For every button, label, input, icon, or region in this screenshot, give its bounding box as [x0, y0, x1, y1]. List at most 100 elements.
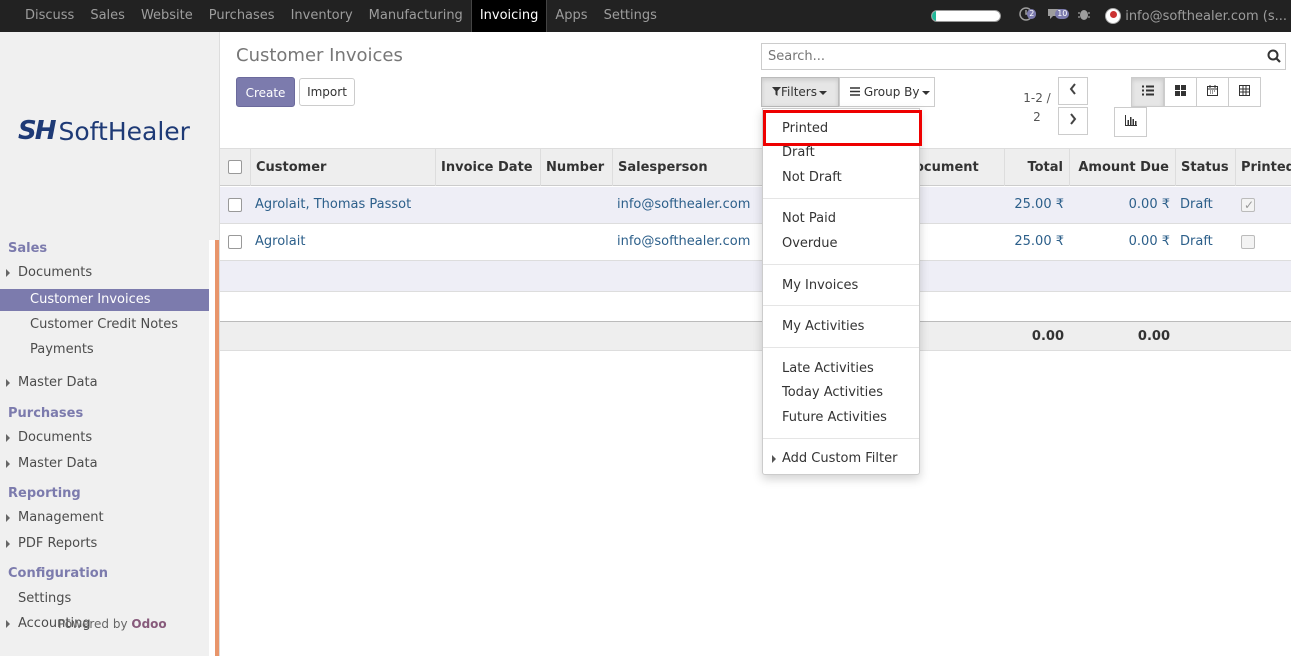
cell-customer: Agrolait, Thomas Passot [255, 197, 412, 212]
menu-item-purchases-master-data[interactable]: Master Data [6, 456, 98, 471]
row-select-checkbox[interactable] [228, 198, 242, 212]
table-row[interactable]: Agrolait, Thomas Passot info@softhealer.… [220, 187, 1291, 224]
softhealer-logo: SH SoftHealer [18, 116, 190, 146]
group-by-button[interactable]: Group By [839, 77, 935, 107]
nav-app-purchases[interactable]: Purchases [201, 0, 283, 32]
bar-chart-icon [1124, 115, 1137, 126]
nav-app-apps[interactable]: Apps [547, 0, 595, 32]
menu-item-label: Customer Invoices [30, 292, 151, 307]
filters-button[interactable]: Filters [761, 77, 839, 107]
nav-app-website[interactable]: Website [133, 0, 201, 32]
column-header-total[interactable]: Total [1004, 149, 1069, 186]
filter-not-draft[interactable]: Not Draft [782, 170, 842, 185]
filter-not-paid[interactable]: Not Paid [782, 211, 836, 226]
column-header-customer[interactable]: Customer [250, 149, 435, 186]
caret-right-icon [6, 434, 10, 442]
messages-icon[interactable]: 10 [1047, 7, 1070, 25]
column-header-number[interactable]: Number [540, 149, 612, 186]
pager-previous-button[interactable] [1058, 77, 1088, 105]
filter-my-activities[interactable]: My Activities [782, 319, 864, 334]
menu-item-management[interactable]: Management [6, 510, 104, 525]
onboarding-progress-bar[interactable] [931, 10, 1002, 22]
column-header-invoice-date[interactable]: Invoice Date [435, 149, 540, 186]
filter-draft[interactable]: Draft [782, 145, 815, 160]
menu-section-sales: Sales [8, 241, 48, 256]
messages-badge: 10 [1055, 9, 1070, 19]
create-button[interactable]: Create [236, 77, 295, 107]
cell-status: Draft [1180, 197, 1213, 212]
menu-item-purchases-documents[interactable]: Documents [6, 430, 93, 445]
filter-my-invoices[interactable]: My Invoices [782, 278, 858, 293]
menu-item-label: PDF Reports [18, 536, 98, 551]
checkmark-icon: ✓ [1244, 198, 1255, 212]
page-title: Customer Invoices [236, 45, 403, 66]
column-header-printed[interactable]: Printed [1235, 149, 1291, 186]
menu-item-customer-credit-notes[interactable]: Customer Credit Notes [30, 317, 178, 332]
odoo-link[interactable]: Odoo [131, 617, 166, 631]
select-all-checkbox[interactable] [228, 160, 242, 174]
filter-future-activities[interactable]: Future Activities [782, 410, 887, 425]
menu-item-sales-master-data[interactable]: Master Data [6, 375, 98, 390]
caret-right-icon [6, 269, 10, 277]
menu-item-label: Documents [18, 430, 93, 445]
search-input[interactable] [762, 44, 1242, 69]
logo-mark: SH [18, 116, 56, 146]
table-row[interactable]: Agrolait info@softhealer.com 25.00 ₹ 0.0… [220, 224, 1291, 261]
nav-app-sales[interactable]: Sales [82, 0, 133, 32]
row-select-checkbox[interactable] [228, 235, 242, 249]
top-navbar: Discuss Sales Website Purchases Inventor… [0, 0, 1291, 32]
menu-item-payments[interactable]: Payments [30, 342, 94, 357]
add-custom-filter[interactable]: Add Custom Filter [782, 451, 897, 466]
filter-late-activities[interactable]: Late Activities [782, 361, 874, 376]
powered-by-footer: Powered by Odoo [58, 617, 167, 631]
activity-clock-icon[interactable]: 2 [1019, 7, 1037, 25]
logo-text: SoftHealer [58, 116, 190, 146]
list-view-button[interactable] [1131, 77, 1164, 107]
printed-checkbox [1241, 235, 1255, 249]
user-menu-label[interactable]: info@softhealer.com (s... [1125, 9, 1291, 24]
caret-right-icon [6, 460, 10, 468]
import-button[interactable]: Import [299, 78, 355, 106]
nav-app-settings[interactable]: Settings [596, 0, 665, 32]
calendar-icon [1207, 85, 1218, 96]
nav-app-invoicing[interactable]: Invoicing [470, 0, 548, 32]
sidebar-scrollbar[interactable] [215, 240, 219, 656]
pivot-view-button[interactable] [1228, 77, 1261, 107]
navbar-systray: 2 10 info@softhealer.com (s... [931, 0, 1291, 32]
nav-app-inventory[interactable]: Inventory [283, 0, 361, 32]
menu-item-sales-documents[interactable]: Documents [6, 265, 92, 280]
table-footer-totals: 0.00 0.00 [220, 321, 1291, 351]
empty-table-row [220, 261, 1291, 292]
menu-item-customer-invoices[interactable]: Customer Invoices [0, 289, 209, 311]
filter-today-activities[interactable]: Today Activities [782, 385, 883, 400]
filter-funnel-icon [772, 87, 781, 96]
search-icon[interactable] [1267, 49, 1281, 63]
kanban-view-button[interactable] [1164, 77, 1197, 107]
app-sidebar: SH SoftHealer Sales Documents Customer I… [0, 32, 220, 656]
caret-right-icon [772, 455, 776, 463]
pager-next-button[interactable] [1058, 107, 1088, 135]
menu-section-purchases: Purchases [8, 406, 84, 421]
graph-view-button[interactable] [1114, 107, 1147, 137]
column-header-salesperson[interactable]: Salesperson [612, 149, 762, 186]
user-avatar[interactable] [1105, 8, 1122, 24]
chevron-right-icon [1070, 113, 1077, 125]
chevron-left-icon [1069, 83, 1076, 95]
column-header-amount-due[interactable]: Amount Due [1069, 149, 1175, 186]
menu-divider [763, 305, 919, 306]
column-header-source-document[interactable]: ocument [910, 149, 1004, 186]
filter-printed[interactable]: Printed [782, 121, 828, 136]
menu-section-configuration: Configuration [8, 566, 108, 581]
calendar-view-button[interactable] [1196, 77, 1229, 107]
debug-bug-icon[interactable] [1077, 7, 1091, 25]
column-header-status[interactable]: Status [1175, 149, 1235, 186]
menu-item-settings[interactable]: Settings [18, 591, 71, 606]
footer-amount-due: 0.00 [1137, 329, 1170, 344]
menu-item-pdf-reports[interactable]: PDF Reports [6, 536, 98, 551]
nav-app-manufacturing[interactable]: Manufacturing [361, 0, 471, 32]
filter-overdue[interactable]: Overdue [782, 236, 838, 251]
cell-salesperson: info@softhealer.com [617, 197, 751, 212]
nav-app-discuss[interactable]: Discuss [0, 0, 82, 32]
list-view-icon [1141, 85, 1154, 96]
pager-value[interactable]: 1-2 / 2 [1022, 89, 1052, 127]
